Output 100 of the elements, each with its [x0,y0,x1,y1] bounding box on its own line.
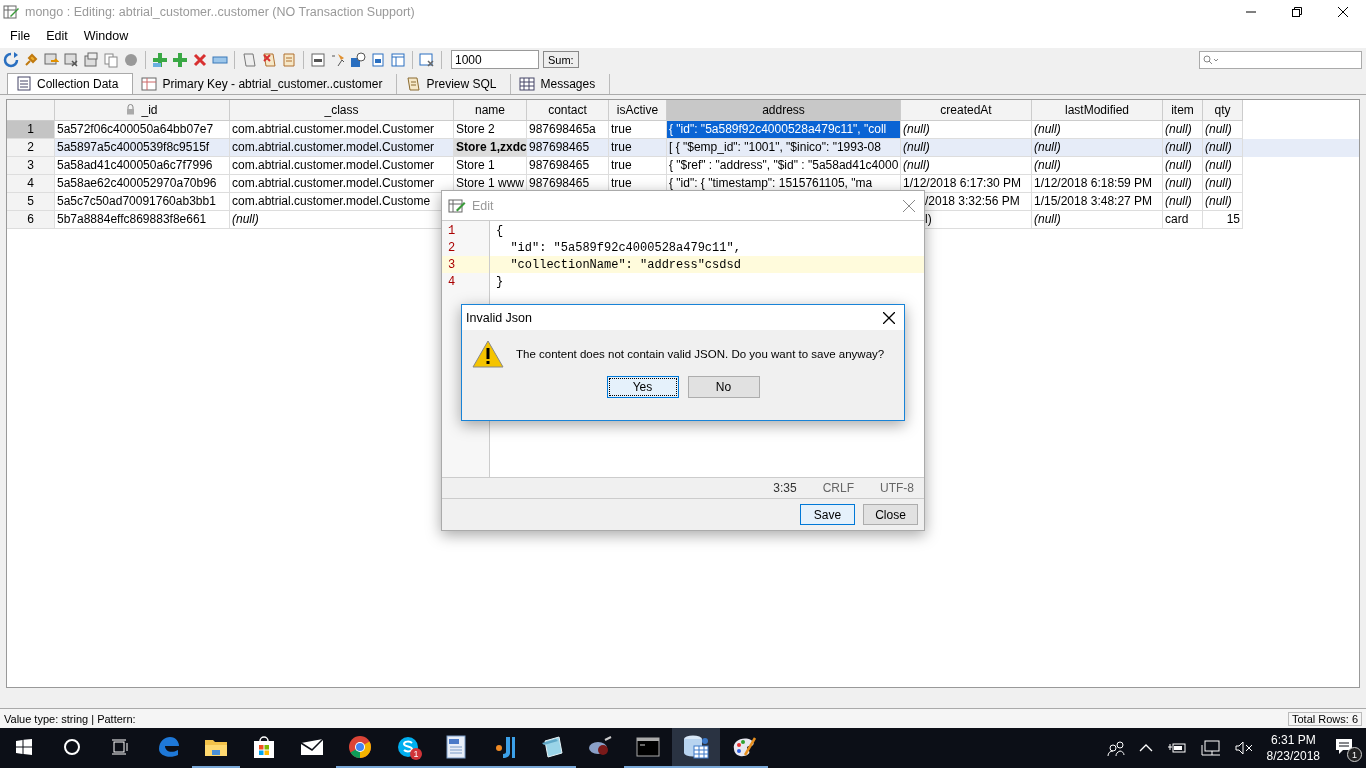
table-cell: com.abtrial.customer.model.Customer [230,156,454,175]
table-edit-icon [3,4,19,20]
table-cell: 5a5897a5c4000539f8c9515f [55,138,230,157]
window-icon[interactable] [390,51,406,68]
table-cell: (null) [1163,192,1203,211]
table-cell: (null) [1163,120,1203,139]
dialog-button[interactable]: Save [800,504,855,525]
table-cell: com.abtrial.customer.model.Customer [230,138,454,157]
add-row-icon[interactable] [152,51,168,68]
column-header[interactable]: contact [527,99,609,121]
browser-icon [156,735,180,759]
table-cell: (null) [901,156,1032,175]
table-cell: (null) [1163,156,1203,175]
table-cell: 5a5c7c50ad70091760ab3bb1 [55,192,230,211]
notification-badge: 1 [410,748,422,760]
search-field[interactable] [1199,50,1362,69]
taskbar-app[interactable] [672,728,720,768]
table-remove-icon[interactable] [63,51,79,68]
restore-icon[interactable] [1292,7,1302,17]
table-cell: (null) [1203,174,1243,193]
table-copy-icon[interactable] [83,51,99,68]
script-icon[interactable] [241,51,257,68]
window-close-icon[interactable] [419,51,435,68]
envelope-icon [300,738,324,756]
table-cell: true [609,156,667,175]
task-view-icon [111,739,129,755]
table-edit-icon [448,197,466,214]
table-cell: 987698465a [527,120,609,139]
close-icon[interactable] [883,311,895,324]
column-header[interactable]: name [454,99,527,121]
sum-button[interactable]: Sum: [543,51,579,69]
search-icon [1203,54,1219,65]
table-cell: 5a58ae62c400052970a70b96 [55,174,230,193]
column-header[interactable]: qty [1203,99,1243,121]
line-ending: CRLF [822,481,854,495]
taskbar-app[interactable]: 1 [384,728,432,768]
column-header[interactable]: _id [55,99,230,121]
alert-message: The content does not contain valid JSON. Do you want to save anyway? [516,348,885,360]
menu-item[interactable]: Window [75,29,137,43]
folder-icon [204,737,228,757]
calendar-icon[interactable] [370,51,386,68]
clock[interactable]: 6:31 PM 8/23/2018 [1266,732,1320,764]
dialog-button[interactable]: Yes [606,376,679,398]
delete-icon[interactable] [192,51,208,68]
table-cell: (null) [1203,120,1243,139]
refresh-icon[interactable] [3,51,19,68]
line-number: 2 [447,239,457,256]
row-count: Total Rows: 6 [1287,711,1362,726]
network-icon[interactable] [1200,740,1221,756]
dialog-button[interactable]: No [687,376,760,398]
plug-icon[interactable] [23,51,39,68]
tab[interactable]: Collection Data [7,72,134,94]
circle-icon [63,738,81,756]
column-label: _id [141,102,158,117]
table-cell: (null) [901,138,1032,157]
column-header[interactable]: createdAt [901,99,1032,121]
table-cell: (null) [1203,156,1243,175]
table-cell: 5b7a8884effc869883f8e661 [55,210,230,229]
script-remove-icon[interactable] [261,51,277,68]
plus-icon[interactable] [172,51,188,68]
cursor-position: 3:35 [773,481,797,495]
column-header[interactable]: lastModified [1032,99,1163,121]
speaker-muted-icon[interactable] [1234,741,1253,755]
tool-icon [587,736,613,758]
table-cell: com.abtrial.customer.model.Customer [230,120,454,139]
column-header[interactable]: address [667,99,901,121]
table-cell: 987698465 [527,138,609,157]
form-icon [16,75,32,92]
limit-field[interactable]: 1000 [451,50,539,70]
table-cell: 5a572f06c400050a64bb07e7 [55,120,230,139]
menu-item[interactable]: File [2,29,39,43]
table-cell: { "$ref" : "address", "$id" : "5a58ad41c4000 [667,156,901,175]
close-icon[interactable] [1338,7,1348,17]
column-header[interactable]: isActive [609,99,667,121]
chevron-up-icon[interactable] [1138,744,1153,752]
status-text: Value type: string | Pattern: [4,712,136,725]
table-cell: card [1163,210,1203,229]
table-cell: (null) [1032,120,1163,139]
people-icon[interactable] [1106,740,1125,756]
table-cell: (null) [1032,138,1163,157]
form-icon[interactable] [310,51,326,68]
dialog-title: Edit [472,198,495,213]
table-cell: 1/15/2018 3:48:27 PM [1032,192,1163,211]
table-cell: 987698465 [527,156,609,175]
clock-date: 8/23/2018 [1266,748,1320,764]
window-title: mongo : Editing: abtrial_customer..customer (NO Transaction Support) [25,5,416,19]
code-line: "id": "5a589f92c4000528a479c11", [509,239,742,256]
palette-icon [731,735,757,759]
table-cell: 1/12/2018 6:18:59 PM [1032,174,1163,193]
column-header[interactable]: _class [230,99,454,121]
encoding: UTF-8 [880,481,914,495]
menu-item[interactable]: Edit [38,29,76,43]
dialog-title: Invalid Json [466,310,533,325]
line-number: 3 [442,256,489,273]
dialog-button[interactable]: Close [863,504,918,525]
column-header[interactable]: item [1163,99,1203,121]
battery-icon[interactable] [1166,741,1187,755]
clock-table-icon[interactable] [350,51,366,68]
notification-badge: 1 [1347,747,1362,762]
notifications-icon[interactable] [1334,736,1354,756]
